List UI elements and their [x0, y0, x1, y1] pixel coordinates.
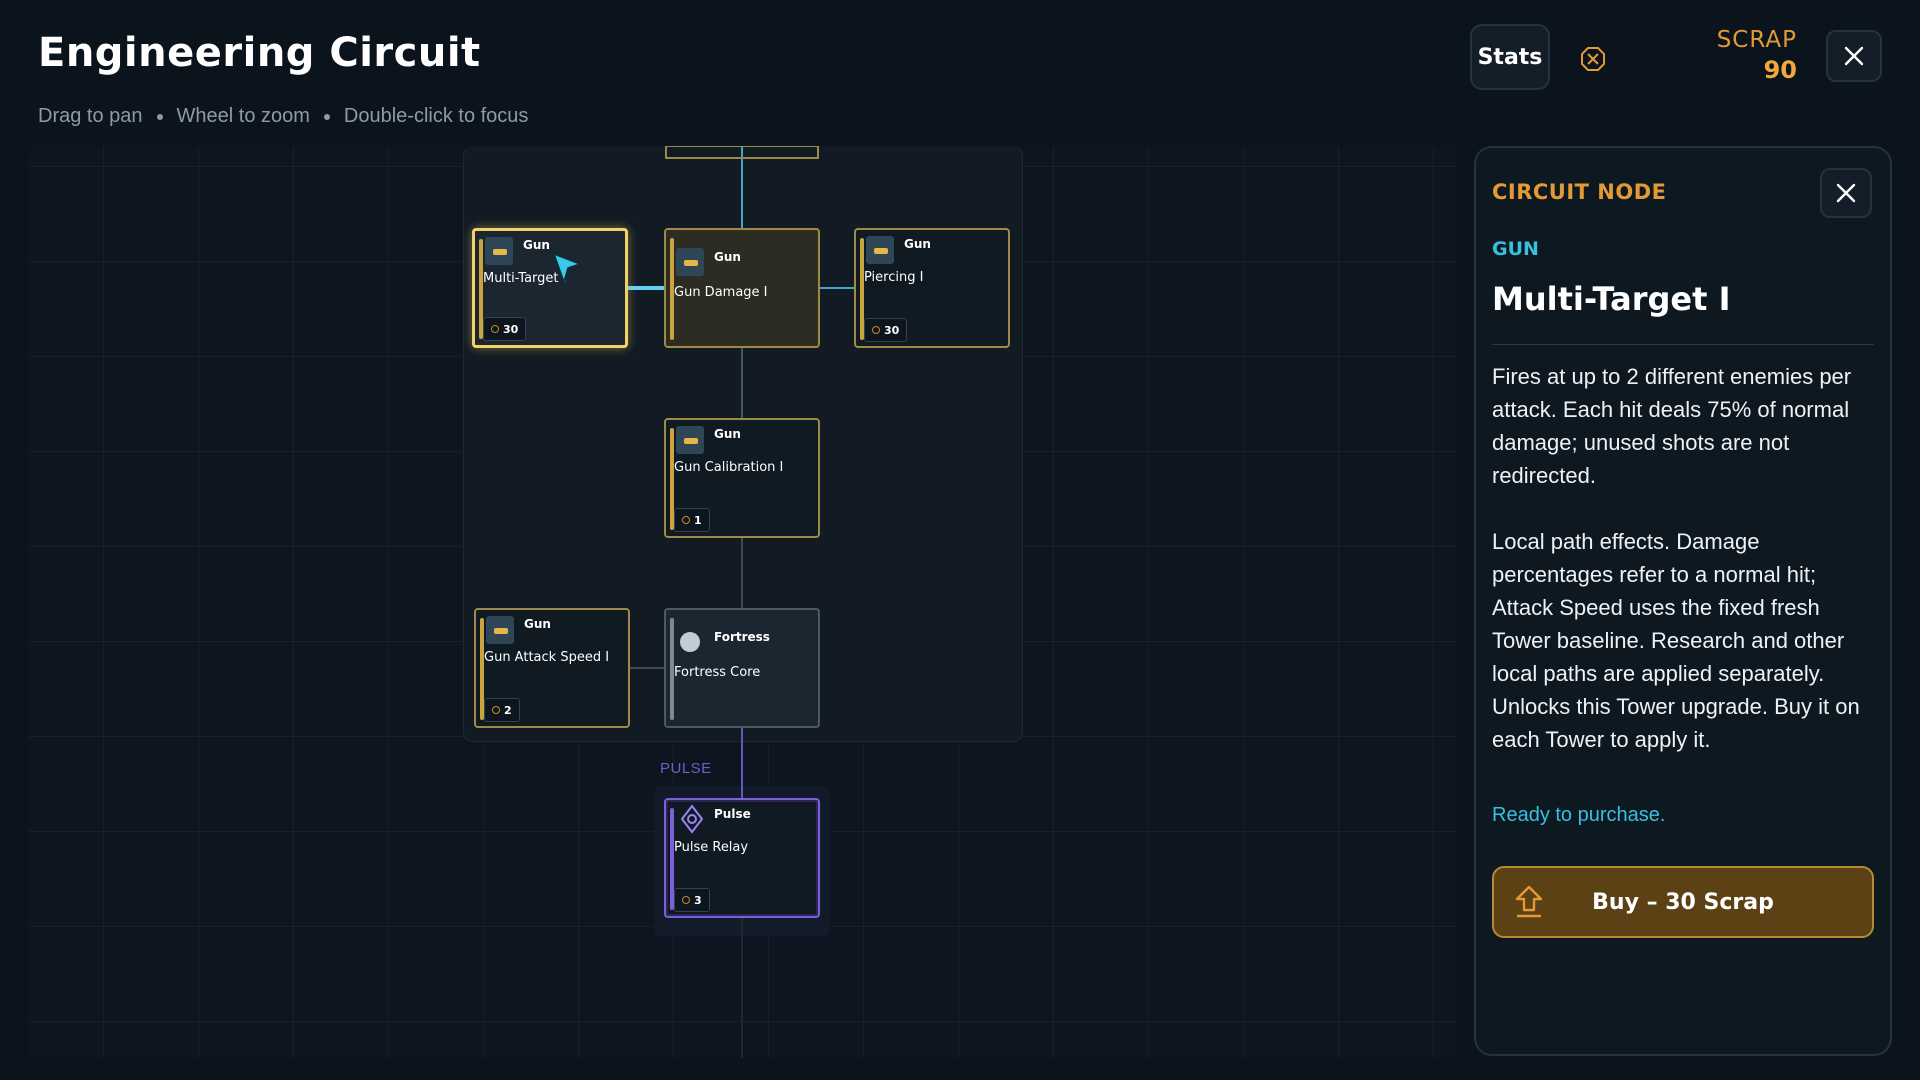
node-cost: 30 [483, 317, 527, 341]
node-pulse-relay[interactable]: Pulse Pulse Relay 3 [664, 798, 820, 918]
scrap-label: SCRAP [1716, 27, 1797, 53]
hint-separator [323, 113, 330, 120]
node-category: Gun [904, 237, 931, 251]
scrap-icon [682, 896, 690, 904]
node-name: Pulse Relay [674, 840, 749, 855]
node-name: Gun Attack Speed I [484, 650, 610, 665]
buy-button[interactable]: Buy – 30 Scrap [1492, 866, 1874, 938]
scrap-icon [491, 325, 499, 333]
node-gun-calibration[interactable]: Gun Gun Calibration I 1 [664, 418, 820, 538]
hint-zoom: Wheel to zoom [176, 105, 310, 127]
scrap-icon [872, 326, 880, 334]
node-cost: 30 [864, 318, 908, 342]
node-category: Pulse [714, 807, 751, 821]
node-multi-target[interactable]: Gun Multi-Target I 30 [472, 228, 628, 348]
node-category: Gun [524, 617, 551, 631]
node-cost: 3 [674, 888, 710, 912]
panel-close-button[interactable] [1820, 168, 1872, 218]
pulse-icon [680, 804, 704, 834]
cost-value: 30 [503, 322, 519, 336]
node-gun-damage[interactable]: Gun Gun Damage I [664, 228, 820, 348]
path-effects-note: Local path effects. Damage percentages r… [1492, 529, 1845, 686]
mouse-cursor-icon [552, 252, 582, 284]
circuit-canvas[interactable]: PULSE Gun Multi-Target I 30 Gun Gun Dama… [28, 146, 1456, 1058]
stats-button[interactable]: Stats [1470, 24, 1550, 90]
scrap-icon [492, 706, 500, 714]
cost-value: 3 [694, 893, 702, 907]
node-category: Gun [714, 250, 741, 264]
node-category: Gun [714, 427, 741, 441]
scrap-icon [682, 516, 690, 524]
node-category-label: GUN [1492, 238, 1539, 260]
cost-value: 30 [884, 323, 900, 337]
close-icon [1844, 46, 1864, 66]
gun-icon [485, 237, 513, 265]
node-category: Gun [523, 238, 550, 252]
close-button[interactable] [1826, 30, 1882, 82]
gun-icon [866, 236, 894, 264]
unlock-note: Unlocks this Tower upgrade. Buy it on ea… [1492, 694, 1860, 752]
node-cost: 1 [674, 508, 710, 532]
circuit-node-panel: CIRCUIT NODE GUN Multi-Target I Fires at… [1474, 146, 1892, 1056]
description-text: Fires at up to 2 different enemies per a… [1492, 364, 1852, 488]
hint-separator [156, 113, 163, 120]
node-gun-attack-speed[interactable]: Gun Gun Attack Speed I 2 [474, 608, 630, 728]
cost-value: 1 [694, 513, 702, 527]
divider [1492, 344, 1874, 345]
buy-label: Buy – 30 Scrap [1592, 889, 1774, 915]
page-title: Engineering Circuit [38, 30, 481, 76]
gun-icon [676, 426, 704, 454]
close-icon [1836, 183, 1856, 203]
controls-hint: Drag to pan Wheel to zoom Double-click t… [38, 105, 528, 128]
scrap-icon [1581, 47, 1605, 71]
node-description: Fires at up to 2 different enemies per a… [1492, 360, 1880, 756]
node-piercing[interactable]: Gun Piercing I 30 [854, 228, 1010, 348]
hint-focus: Double-click to focus [343, 105, 529, 127]
node-name: Piercing I [864, 270, 924, 285]
gun-icon [486, 616, 514, 644]
purchase-status: Ready to purchase. [1492, 804, 1666, 826]
hint-drag: Drag to pan [38, 105, 143, 127]
node-name: Fortress Core [674, 665, 761, 680]
node-fortress-core[interactable]: Fortress Fortress Core [664, 608, 820, 728]
node-cost: 2 [484, 698, 520, 722]
cost-value: 2 [504, 703, 512, 717]
node-name: Gun Damage I [674, 285, 768, 300]
scrap-value: 90 [1763, 56, 1797, 84]
panel-heading: CIRCUIT NODE [1492, 180, 1667, 204]
fortress-icon [680, 632, 700, 652]
gun-icon [676, 248, 704, 276]
upgrade-arrow-icon [1515, 885, 1543, 918]
node-category: Fortress [714, 630, 770, 644]
node-title: Multi-Target I [1492, 280, 1731, 318]
node-name: Gun Calibration I [674, 460, 784, 475]
